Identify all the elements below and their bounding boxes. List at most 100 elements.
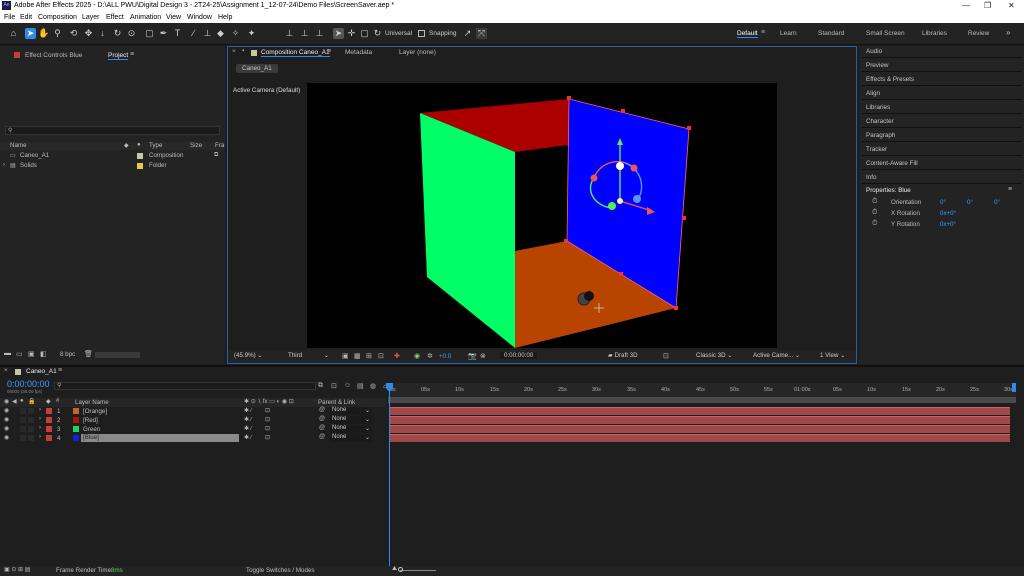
interpret-footage-icon[interactable]: ▬ [4, 350, 11, 357]
universal-scale-icon[interactable]: ▢ [359, 28, 370, 39]
workspace-default[interactable]: Default [737, 30, 758, 38]
menu-window[interactable]: Window [187, 14, 212, 21]
resolution-dropdown[interactable]: Third ⌄ [288, 352, 330, 361]
layer-switches-icon[interactable]: ✱ ∕ ⊡ [244, 407, 270, 414]
exposure-value[interactable]: +0.0 [439, 353, 451, 360]
draft-3d-toggle-icon[interactable]: ⊡ [331, 382, 337, 390]
selection-handle[interactable] [682, 216, 686, 220]
trash-icon[interactable]: 🗑 [84, 350, 93, 358]
menu-view[interactable]: View [166, 14, 181, 21]
magnification-dropdown[interactable]: (45.9%) ⌄ [234, 352, 276, 361]
layer-switches-icon[interactable]: ✱ ∕ ⊡ [244, 425, 270, 432]
work-area-end-handle[interactable] [1012, 383, 1016, 392]
zoom-tool-icon[interactable]: ⚲ [52, 28, 63, 39]
menu-file[interactable]: File [4, 14, 15, 21]
menu-composition[interactable]: Composition [38, 14, 77, 21]
selection-tool-icon[interactable]: ➤ [25, 28, 36, 39]
orientation-value-y[interactable]: 0° [967, 199, 973, 206]
clone-stamp-tool-icon[interactable]: ⊥ [202, 28, 213, 39]
lock-toggle[interactable] [28, 417, 34, 423]
visibility-toggle-icon[interactable]: ◉ [4, 416, 9, 423]
y-rotation-stopwatch-icon[interactable]: ⏱ [872, 220, 877, 228]
color-management-icon[interactable]: ◉ [414, 352, 420, 360]
panel-preview[interactable]: Preview [866, 62, 888, 69]
more-workspaces-icon[interactable]: » [1006, 28, 1010, 37]
camera-behind-tool-icon[interactable]: ⊙ [126, 28, 137, 39]
project-tab[interactable]: Project [108, 52, 129, 60]
lock-toggle[interactable] [28, 408, 34, 414]
layer-tab[interactable]: Layer (none) [399, 49, 436, 56]
orientation-value-x[interactable]: 0° [940, 199, 946, 206]
selection-handle[interactable] [564, 239, 568, 243]
layer-label-swatch[interactable] [46, 435, 52, 441]
view-layout-dropdown[interactable]: 1 View ⌄ [820, 352, 845, 359]
snap-grid-icon[interactable]: ⤧ [476, 28, 487, 39]
world-axis-icon[interactable]: ⊥ [299, 28, 310, 39]
parent-dropdown[interactable]: None ⌄ [330, 434, 372, 442]
menu-layer[interactable]: Layer [82, 14, 100, 21]
panel-audio[interactable]: Audio [866, 48, 882, 55]
restore-icon[interactable]: ❐ [984, 1, 991, 10]
universal-rotate-icon[interactable]: ↻ [372, 28, 383, 39]
pick-whip-icon[interactable]: @ [319, 425, 325, 431]
local-axis-icon[interactable]: ⊥ [284, 28, 295, 39]
workspace-libraries[interactable]: Libraries [922, 30, 947, 37]
adjust-icon[interactable]: ◧ [40, 350, 47, 358]
solo-toggle[interactable] [20, 417, 26, 423]
layer-label-swatch[interactable] [46, 408, 52, 414]
universal-move-icon[interactable]: ✛ [346, 28, 357, 39]
panel-info[interactable]: Info [866, 174, 877, 181]
layer-duration-bar[interactable] [390, 425, 1010, 433]
orbit-tool-icon[interactable]: ⟲ [68, 28, 79, 39]
lock-toggle[interactable] [28, 435, 34, 441]
transparency-grid-icon[interactable]: ▦ [354, 352, 361, 360]
solo-toggle[interactable] [20, 426, 26, 432]
parent-dropdown[interactable]: None ⌄ [330, 425, 372, 433]
lock-icon[interactable]: ▪ [242, 48, 244, 54]
layer-name[interactable]: Green [83, 426, 100, 433]
lock-toggle[interactable] [28, 426, 34, 432]
workspace-small-screen[interactable]: Small Screen [866, 30, 905, 37]
timeline-menu-icon[interactable]: ≡ [58, 367, 62, 374]
layer-name-header[interactable]: Layer Name [75, 399, 109, 406]
col-frame[interactable]: Fra [215, 142, 224, 149]
composition-tab[interactable]: Composition Caneo_A1 [261, 49, 330, 57]
draft3d-button[interactable]: ▰ Draft 3D [608, 352, 638, 359]
panel-tracker[interactable]: Tracker [866, 146, 887, 153]
playhead[interactable] [389, 383, 390, 566]
layer-row[interactable]: ◉ › 2 [Red] ✱ ∕ ⊡ @ None ⌄ [0, 416, 386, 425]
layer-duration-bar[interactable] [390, 407, 1010, 415]
pen-tool-icon[interactable]: ✒ [158, 28, 169, 39]
dolly-tool-icon[interactable]: ↓ [97, 28, 108, 39]
project-search-input[interactable]: ⚲ [5, 126, 220, 135]
selection-handle[interactable] [687, 126, 691, 130]
menu-edit[interactable]: Edit [20, 14, 32, 21]
channel-icon[interactable]: ✚ [394, 352, 400, 360]
pick-whip-icon[interactable]: @ [319, 407, 325, 413]
eraser-tool-icon[interactable]: ◆ [215, 28, 226, 39]
layer-name[interactable]: [Red] [83, 417, 98, 424]
panel-paragraph[interactable]: Paragraph [866, 132, 895, 139]
bpc-button[interactable]: 8 bpc [60, 351, 75, 358]
metadata-tab[interactable]: Metadata [345, 49, 372, 56]
timeline-search-input[interactable]: ⚲ [54, 382, 316, 390]
toggle-switches-modes[interactable]: Toggle Switches / Modes [246, 567, 314, 574]
layer-name[interactable]: [Orange] [83, 408, 107, 415]
motion-blur-icon[interactable]: ◍ [370, 382, 376, 390]
x-rotation-stopwatch-icon[interactable]: ⏱ [872, 209, 877, 217]
panel-effects-presets[interactable]: Effects & Presets [866, 76, 914, 83]
work-area-bar[interactable] [388, 397, 1016, 403]
zoom-out-icon[interactable]: ⛰ [392, 566, 397, 573]
pick-whip-icon[interactable]: @ [319, 434, 325, 440]
selection-handle[interactable] [619, 272, 623, 276]
universal-selection-icon[interactable]: ➤ [333, 28, 344, 39]
show-snapshot-icon[interactable]: ⊗ [480, 352, 486, 360]
frame-blending-icon[interactable]: ▤ [357, 382, 364, 390]
timeline-timecode[interactable]: 0:00:00:00 [7, 379, 50, 389]
flowchart-icon[interactable]: ⧉ [214, 152, 218, 159]
shy-icon[interactable]: ☺ [344, 382, 351, 389]
layer-row-selected[interactable]: ◉ › 4 [Blue] ✱ ∕ ⊡ @ None ⌄ [0, 434, 386, 443]
parent-dropdown[interactable]: None ⌄ [330, 416, 372, 424]
layer-row[interactable]: ◉ › 3 Green ✱ ∕ ⊡ @ None ⌄ [0, 425, 386, 434]
comp-viewport[interactable] [307, 83, 777, 348]
